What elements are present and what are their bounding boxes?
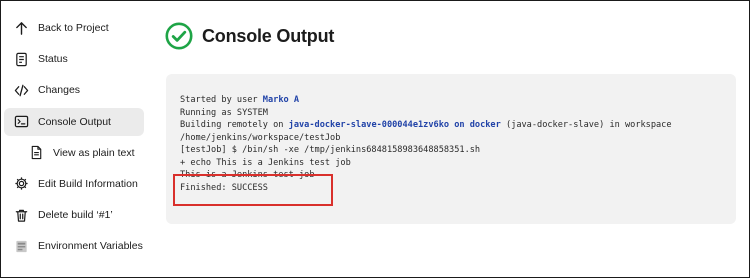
file-icon — [28, 145, 44, 161]
sidebar-item-label: Changes — [38, 84, 81, 97]
console-line: Building remotely on java-docker-slave-0… — [180, 119, 722, 132]
sidebar-item-label: Edit Build Information — [38, 177, 138, 190]
page-title: Console Output — [202, 25, 335, 46]
success-check-icon — [165, 22, 193, 50]
terminal-icon — [13, 114, 29, 130]
sidebar-item-environment-variables[interactable]: Environment Variables — [4, 232, 144, 260]
console-text: (java-docker-slave) in workspace — [500, 120, 672, 130]
console-line: + echo This is a Jenkins test job — [180, 157, 351, 168]
sidebar-item-label: Delete build ‘#1’ — [38, 209, 113, 222]
console-text: Started by user — [180, 95, 263, 105]
sidebar-item-console-output[interactable]: Console Output — [4, 107, 144, 136]
env-vars-icon — [13, 238, 29, 254]
console-text: Building remotely on — [180, 120, 289, 130]
sidebar-item-status[interactable]: Status — [4, 45, 144, 73]
page-header: Console Output — [165, 22, 334, 50]
console-line: /home/jenkins/workspace/testJob — [180, 132, 341, 143]
highlight-annotation-box — [173, 174, 333, 206]
sidebar-item-label: Back to Project — [38, 22, 109, 34]
sidebar-item-label: View as plain text — [53, 146, 135, 159]
console-line: Running as SYSTEM — [180, 107, 268, 118]
sidebar-item-label: Console Output — [38, 115, 111, 128]
arrow-up-icon — [13, 20, 29, 36]
console-line: [testJob] $ /bin/sh -xe /tmp/jenkins6848… — [180, 145, 481, 155]
user-link[interactable]: Marko A — [263, 95, 299, 105]
sidebar-item-edit-build-information[interactable]: Edit Build Information — [4, 170, 144, 198]
sidebar: Back to Project Status Changes Console O… — [4, 14, 144, 264]
sidebar-item-changes[interactable]: Changes — [4, 76, 144, 104]
sidebar-item-view-as-plain-text[interactable]: View as plain text — [4, 139, 144, 167]
gear-icon — [13, 176, 29, 192]
document-icon — [13, 51, 29, 67]
sidebar-item-back-to-project[interactable]: Back to Project — [4, 14, 144, 42]
sidebar-item-label: Environment Variables — [38, 240, 143, 253]
console-line: Started by user Marko A — [180, 94, 722, 107]
trash-icon — [13, 207, 29, 223]
node-link[interactable]: java-docker-slave-000044e1zv6ko on docke… — [289, 120, 501, 130]
sidebar-item-label: Status — [38, 53, 68, 66]
code-icon — [13, 82, 29, 98]
sidebar-item-delete-build[interactable]: Delete build ‘#1’ — [4, 201, 144, 229]
